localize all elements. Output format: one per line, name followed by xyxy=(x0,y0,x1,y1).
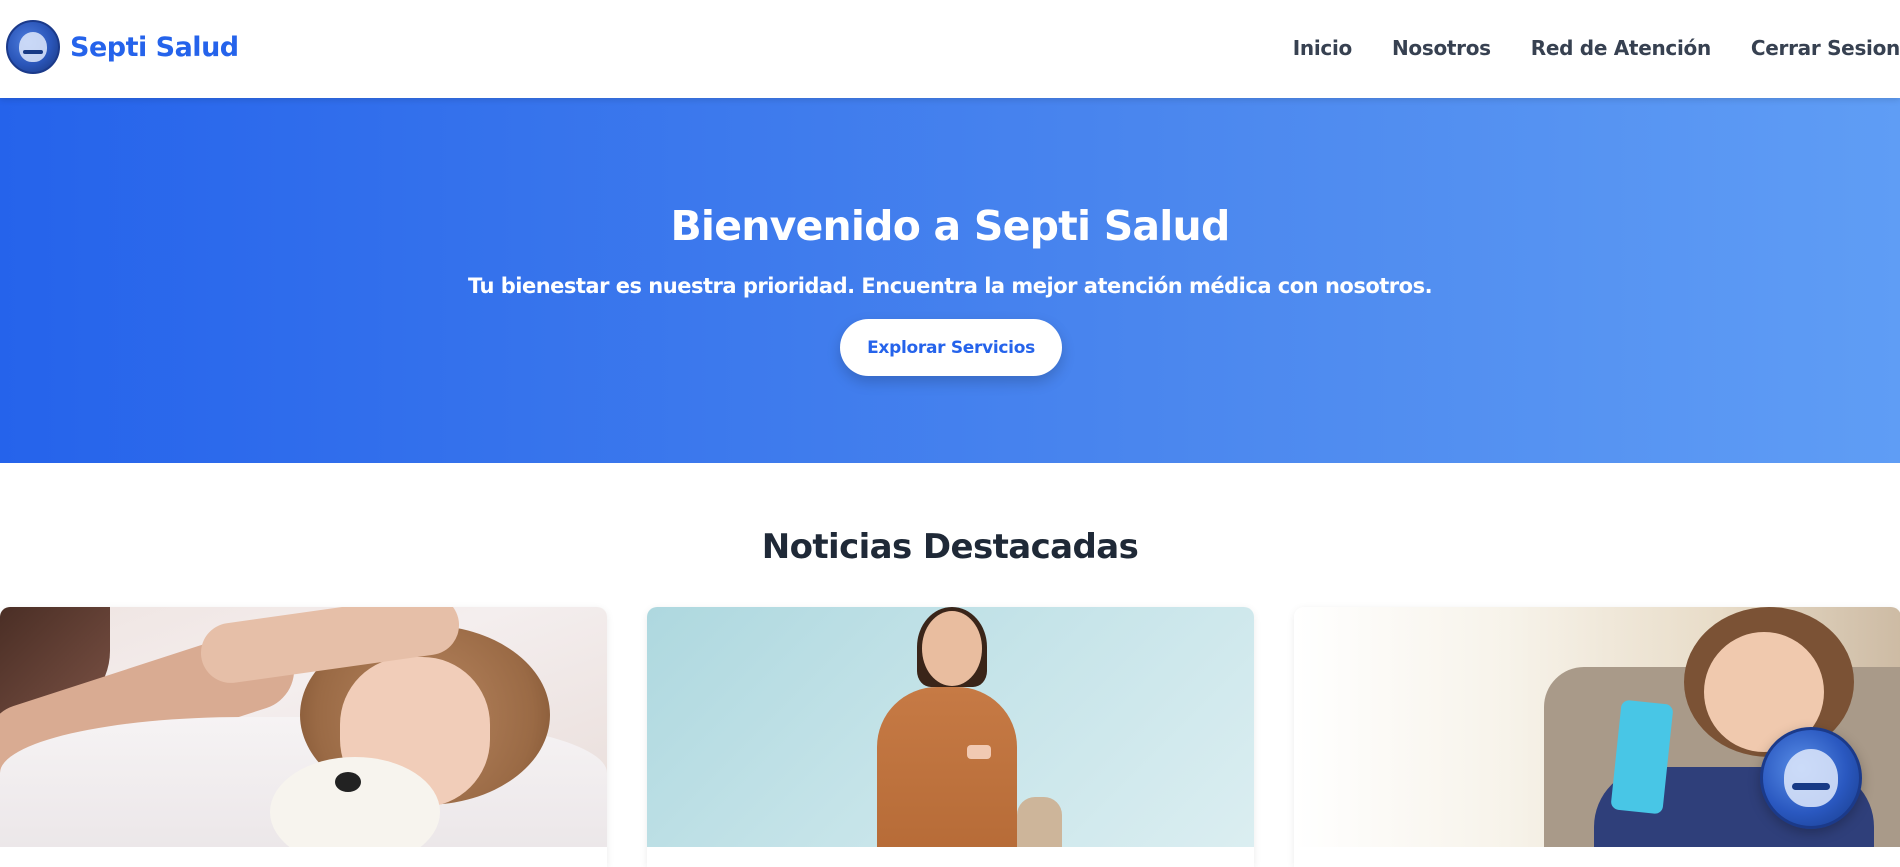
nav-item-inicio[interactable]: Inicio xyxy=(1293,36,1352,60)
brand-link[interactable]: Septi Salud xyxy=(6,20,239,74)
hero-subtitle: Tu bienestar es nuestra prioridad. Encue… xyxy=(467,274,1433,298)
nav-item-nosotros[interactable]: Nosotros xyxy=(1392,36,1491,60)
brand-name: Septi Salud xyxy=(70,31,239,63)
mascot-chat-icon[interactable] xyxy=(1760,727,1862,829)
hero-title: Bienvenido a Septi Salud xyxy=(670,202,1230,250)
news-card[interactable] xyxy=(647,607,1254,867)
news-card-image xyxy=(0,607,607,847)
hero-banner: Bienvenido a Septi Salud Tu bienestar es… xyxy=(0,98,1900,463)
main-nav: Inicio Nosotros Red de Atención Cerrar S… xyxy=(1293,36,1900,60)
nav-item-red-de-atencion[interactable]: Red de Atención xyxy=(1531,36,1711,60)
news-card-image xyxy=(647,607,1254,847)
mascot-logo-icon xyxy=(6,20,60,74)
nav-item-cerrar-sesion[interactable]: Cerrar Sesion xyxy=(1751,36,1900,60)
explore-services-button[interactable]: Explorar Servicios xyxy=(840,319,1062,376)
news-card[interactable] xyxy=(0,607,607,867)
news-section-title: Noticias Destacadas xyxy=(761,527,1139,567)
site-header: Septi Salud Inicio Nosotros Red de Atenc… xyxy=(0,0,1900,98)
